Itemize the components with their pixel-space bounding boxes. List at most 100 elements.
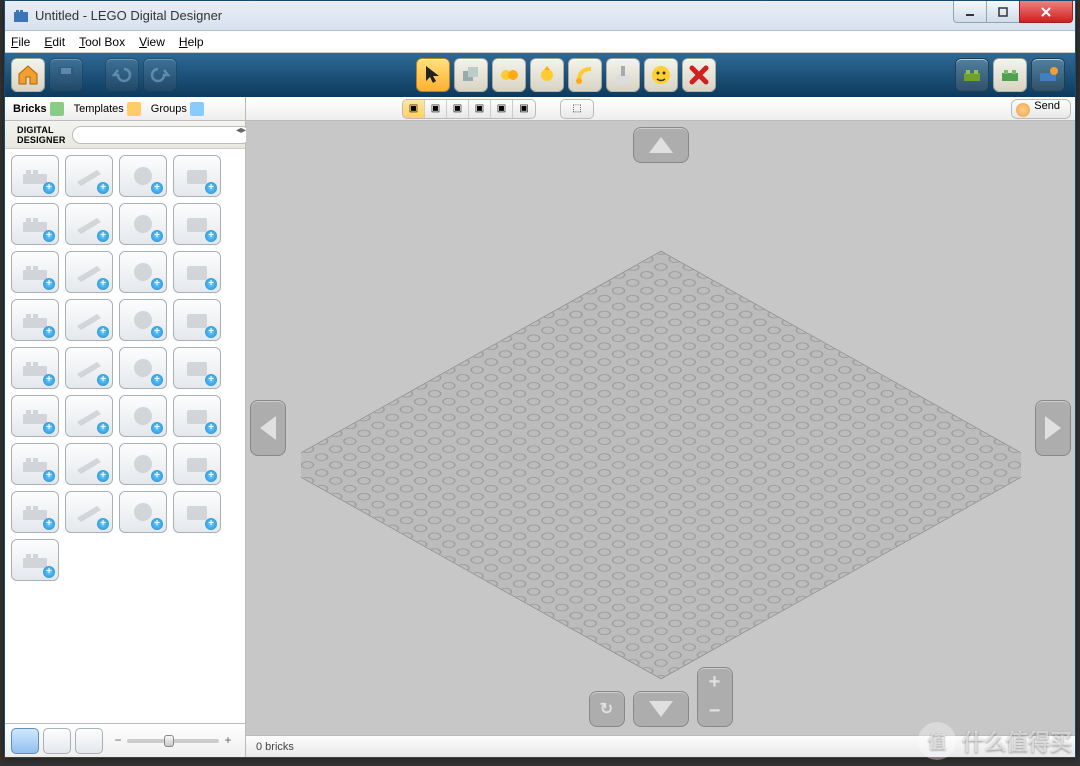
home-button[interactable]	[11, 58, 45, 92]
snap-button[interactable]: ⬚	[561, 100, 593, 118]
brick-category-brick-corner[interactable]	[119, 155, 167, 197]
palette-zoom-slider[interactable]: − +	[107, 736, 239, 746]
app-icon	[13, 8, 29, 24]
brick-category-brick-2x4[interactable]	[11, 155, 59, 197]
brand-label: DIGITAL DESIGNER	[17, 125, 66, 145]
brick-category-technic-beam[interactable]	[65, 347, 113, 389]
brick-category-tile[interactable]	[173, 203, 221, 245]
brick-category-gear[interactable]	[11, 347, 59, 389]
brick-category-track[interactable]	[65, 299, 113, 341]
brick-category-technic-brick[interactable]	[173, 299, 221, 341]
brick-category-brick-1x2[interactable]	[65, 155, 113, 197]
send-button[interactable]: Send	[1011, 99, 1071, 119]
brick-category-hinge[interactable]	[11, 395, 59, 437]
viewport-3d[interactable]: ↻ +−	[246, 121, 1075, 735]
sel-invert[interactable]: ▣	[513, 100, 535, 118]
sidebar-tabs: Bricks Templates Groups	[5, 97, 245, 121]
menu-file[interactable]: File	[11, 35, 30, 49]
zoom-in-button[interactable]: +	[709, 671, 721, 694]
brick-category-arch[interactable]	[119, 203, 167, 245]
hide-tool[interactable]	[644, 58, 678, 92]
brick-category-wedge[interactable]	[119, 299, 167, 341]
filter-color-button[interactable]	[43, 728, 71, 754]
menu-help[interactable]: Help	[179, 35, 204, 49]
baseplate[interactable]	[301, 121, 1021, 735]
brick-category-bushing[interactable]	[173, 395, 221, 437]
zoom-in-icon[interactable]: +	[223, 736, 233, 746]
delete-tool[interactable]	[682, 58, 716, 92]
brick-category-wheel[interactable]	[11, 299, 59, 341]
sel-color[interactable]: ▣	[469, 100, 491, 118]
undo-button[interactable]	[105, 58, 139, 92]
search-input[interactable]	[72, 126, 251, 144]
workspace: Bricks Templates Groups DIGITAL DESIGNER…	[5, 97, 1075, 757]
zoom-out-icon[interactable]: −	[113, 736, 123, 746]
menubar: File Edit Tool Box View Help	[5, 31, 1075, 53]
hinge-tool[interactable]	[492, 58, 526, 92]
zoom-out-button[interactable]: −	[709, 700, 721, 723]
brick-category-steering[interactable]	[65, 443, 113, 485]
brick-category-cone[interactable]	[119, 443, 167, 485]
brick-category-helmet[interactable]	[119, 491, 167, 533]
brick-category-panel[interactable]	[119, 251, 167, 293]
brick-category-pin[interactable]	[173, 347, 221, 389]
tab-bricks[interactable]: Bricks	[9, 102, 68, 116]
brick-palette[interactable]	[5, 149, 245, 723]
select-tool[interactable]	[416, 58, 450, 92]
maximize-button[interactable]	[986, 1, 1020, 23]
brick-category-animal[interactable]	[11, 539, 59, 581]
filter-bricks-button[interactable]	[11, 728, 39, 754]
brick-category-axle[interactable]	[119, 347, 167, 389]
hinge-align-tool[interactable]	[530, 58, 564, 92]
brick-category-door[interactable]	[173, 251, 221, 293]
app-window: Untitled - LEGO Digital Designer File Ed…	[4, 0, 1076, 758]
collapse-sidebar-button[interactable]: ◂▸	[236, 125, 246, 136]
flex-tool[interactable]	[568, 58, 602, 92]
brick-category-dish[interactable]	[65, 251, 113, 293]
brick-category-turntable[interactable]	[65, 395, 113, 437]
brick-category-minifig[interactable]	[11, 491, 59, 533]
filter-lxf-button[interactable]	[75, 728, 103, 754]
sidebar: Bricks Templates Groups DIGITAL DESIGNER…	[5, 97, 246, 757]
brick-category-bar[interactable]	[119, 395, 167, 437]
clone-tool[interactable]	[454, 58, 488, 92]
menu-view[interactable]: View	[139, 35, 165, 49]
zoom-buttons[interactable]: +−	[697, 667, 733, 727]
building-guide-mode[interactable]	[1031, 58, 1065, 92]
brick-category-rod[interactable]	[11, 443, 59, 485]
brick-category-head[interactable]	[65, 491, 113, 533]
build-mode[interactable]	[955, 58, 989, 92]
minimize-button[interactable]	[953, 1, 987, 23]
tab-groups[interactable]: Groups	[147, 102, 208, 116]
brick-category-hair[interactable]	[173, 491, 221, 533]
brick-category-slope[interactable]	[11, 203, 59, 245]
brick-count-label: 0 bricks	[256, 741, 294, 753]
menu-toolbox[interactable]: Tool Box	[79, 35, 125, 49]
snap-group: ⬚	[560, 99, 594, 119]
view-mode[interactable]	[993, 58, 1027, 92]
brick-category-plate-round[interactable]	[11, 251, 59, 293]
titlebar[interactable]: Untitled - LEGO Digital Designer	[5, 1, 1075, 31]
brick-category-brick-2x2[interactable]	[173, 155, 221, 197]
selection-tool-group: ▣ ▣ ▣ ▣ ▣ ▣	[402, 99, 536, 119]
brick-category-curved[interactable]	[65, 203, 113, 245]
reset-view-button[interactable]: ↻	[589, 691, 625, 727]
orbit-left-button[interactable]	[250, 400, 286, 456]
tab-templates[interactable]: Templates	[70, 102, 145, 116]
groups-icon	[190, 102, 204, 116]
orbit-up-button[interactable]	[633, 127, 689, 163]
sel-connected[interactable]: ▣	[447, 100, 469, 118]
orbit-right-button[interactable]	[1035, 400, 1071, 456]
sel-multi[interactable]: ▣	[425, 100, 447, 118]
bricks-icon	[50, 102, 64, 116]
orbit-down-button[interactable]	[633, 691, 689, 727]
brick-category-ring[interactable]	[173, 443, 221, 485]
sel-single[interactable]: ▣	[403, 100, 425, 118]
paint-tool[interactable]	[606, 58, 640, 92]
redo-button[interactable]	[143, 58, 177, 92]
save-button[interactable]	[49, 58, 83, 92]
close-button[interactable]	[1019, 1, 1073, 23]
zoom-thumb[interactable]	[164, 735, 174, 747]
menu-edit[interactable]: Edit	[44, 35, 65, 49]
sel-shape[interactable]: ▣	[491, 100, 513, 118]
